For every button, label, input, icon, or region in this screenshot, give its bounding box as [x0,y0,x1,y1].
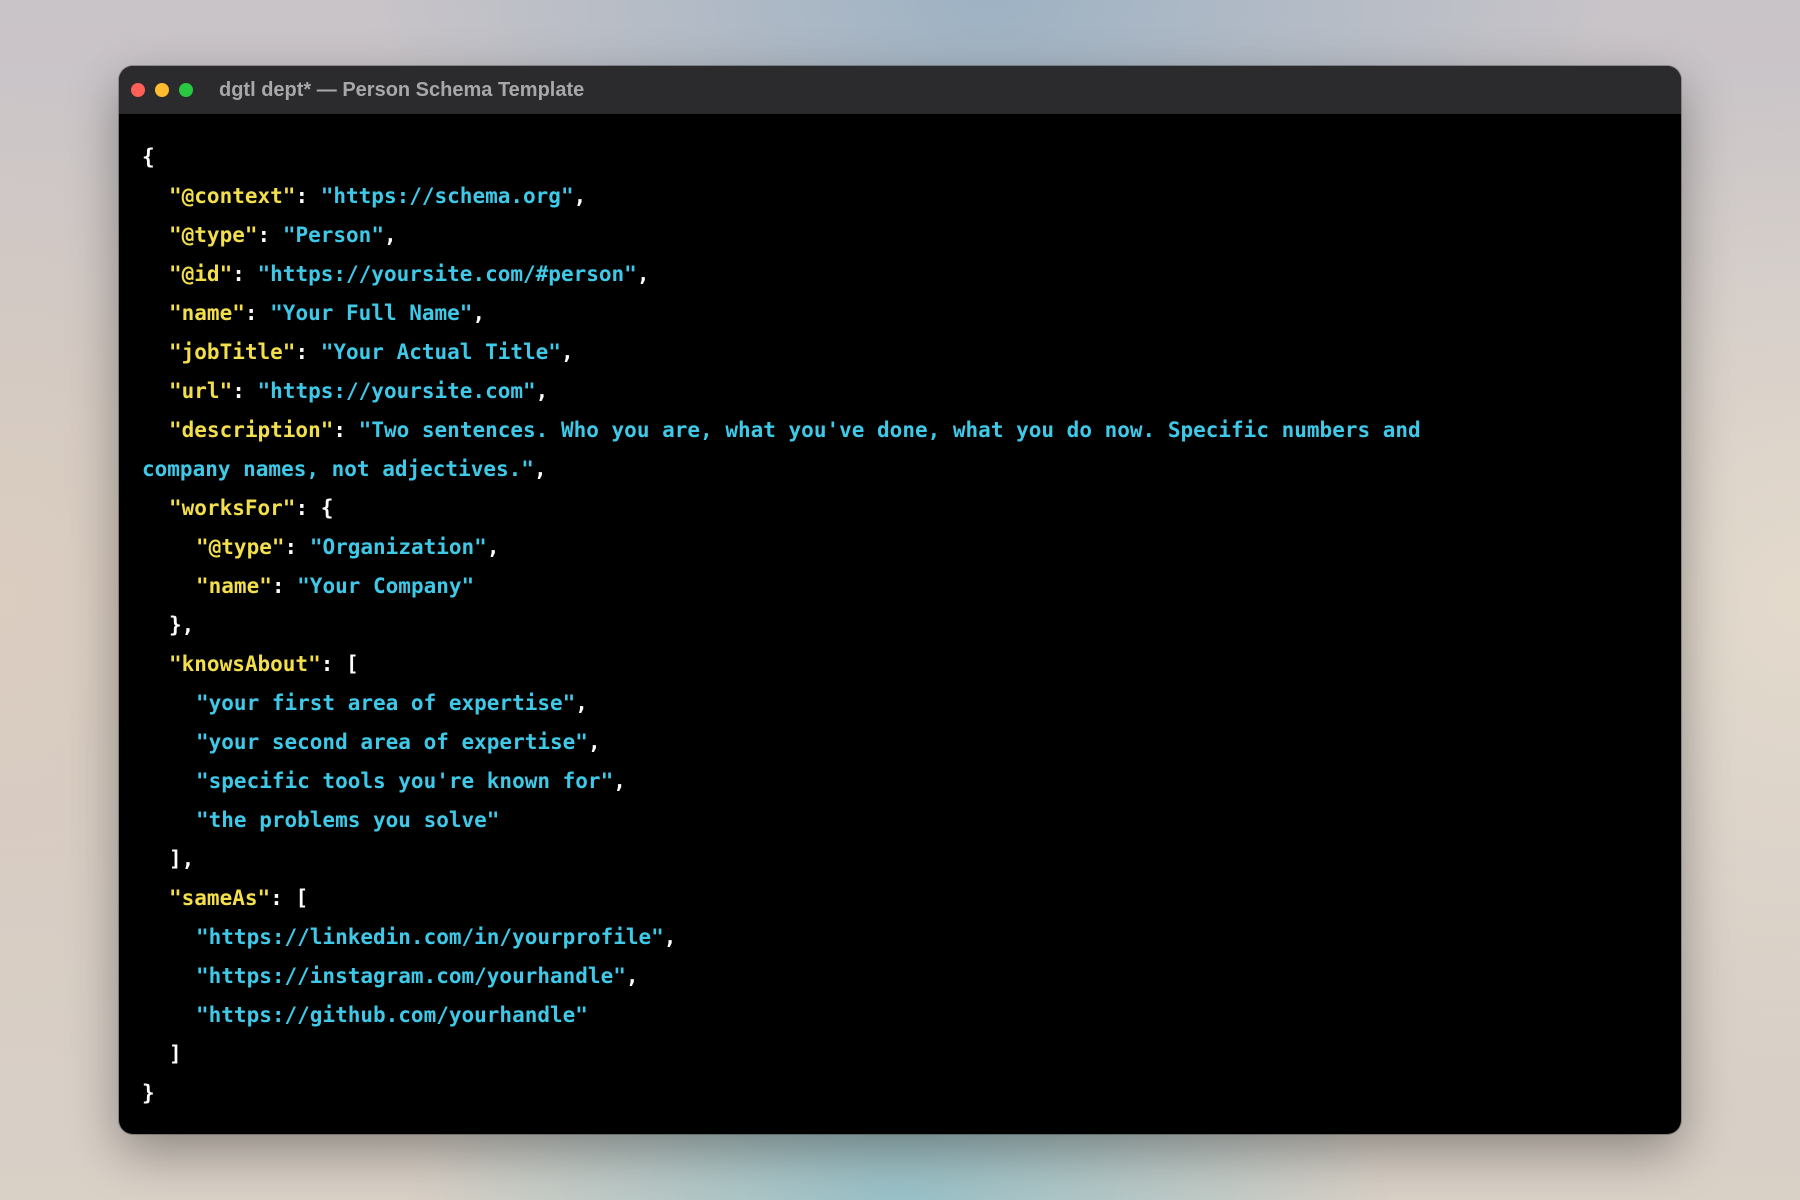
code-line: ], [169,847,195,871]
json-string: "Organization" [309,535,487,559]
code-line: "your second area of expertise", [196,730,601,754]
code-line: "name": "Your Company" [196,574,475,598]
code-line: "sameAs": [ [169,886,309,910]
json-string: "Person" [282,223,384,247]
json-string: "Your Full Name" [270,301,473,325]
zoom-icon[interactable] [179,83,193,97]
code-line: "jobTitle": "Your Actual Title", [169,340,574,364]
code-line: "description": "Two sentences. Who you a… [169,418,1421,442]
json-string: "https://linkedin.com/in/yourprofile" [196,925,664,949]
json-string: "your first area of expertise" [196,691,576,715]
code-line: "specific tools you're known for", [196,769,626,793]
json-string: "specific tools you're known for" [196,769,614,793]
code-line: "@id": "https://yoursite.com/#person", [169,262,650,286]
code-line: { [142,138,1642,177]
json-string: company names, not adjectives." [142,457,534,481]
window-controls [131,83,193,97]
code-line: "knowsAbout": [ [169,652,359,676]
title-bar: dgtl dept* — Person Schema Template [119,66,1681,114]
code-line: ] [169,1042,182,1066]
window-title: dgtl dept* — Person Schema Template [219,78,585,101]
json-string: "your second area of expertise" [196,730,588,754]
code-line: "your first area of expertise", [196,691,588,715]
close-icon[interactable] [131,83,145,97]
json-key: "@type" [169,223,258,247]
json-string: "https://instagram.com/yourhandle" [196,964,626,988]
json-key: "worksFor" [169,496,296,520]
json-string: "https://github.com/yourhandle" [196,1003,588,1027]
json-key: "@context" [169,184,296,208]
code-block: { "@context": "https://schema.org", "@ty… [142,138,1642,1113]
json-string: "https://schema.org" [320,184,574,208]
code-line: company names, not adjectives.", [142,457,547,481]
json-key: "description" [169,418,334,442]
code-line: "worksFor": { [169,496,334,520]
json-key: "@id" [169,262,233,286]
json-key: "url" [169,379,233,403]
code-line: "https://linkedin.com/in/yourprofile", [196,925,677,949]
json-key: "knowsAbout" [169,652,321,676]
json-key: "@type" [196,535,285,559]
json-string: "https://yoursite.com/#person" [257,262,637,286]
code-line: "name": "Your Full Name", [169,301,486,325]
code-line: "https://instagram.com/yourhandle", [196,964,639,988]
json-key: "jobTitle" [169,340,296,364]
json-string: "Two sentences. Who you are, what you've… [358,418,1421,442]
code-line: } [142,1074,1642,1113]
json-key: "sameAs" [169,886,271,910]
open-brace: { [142,145,155,169]
code-line: }, [169,613,195,637]
code-line: "@context": "https://schema.org", [169,184,587,208]
json-key: "name" [169,301,245,325]
json-string: "the problems you solve" [196,808,500,832]
code-line: "url": "https://yoursite.com", [169,379,549,403]
code-line: "https://github.com/yourhandle" [142,996,1642,1035]
code-line: "the problems you solve" [142,801,1642,840]
json-string: "Your Company" [297,574,475,598]
json-string: "https://yoursite.com" [257,379,536,403]
minimize-icon[interactable] [155,83,169,97]
json-key: "name" [196,574,272,598]
code-line: "@type": "Person", [169,223,397,247]
code-line: "@type": "Organization", [196,535,500,559]
close-brace: } [142,1081,155,1105]
code-window: dgtl dept* — Person Schema Template { "@… [119,66,1681,1134]
json-string: "Your Actual Title" [320,340,561,364]
